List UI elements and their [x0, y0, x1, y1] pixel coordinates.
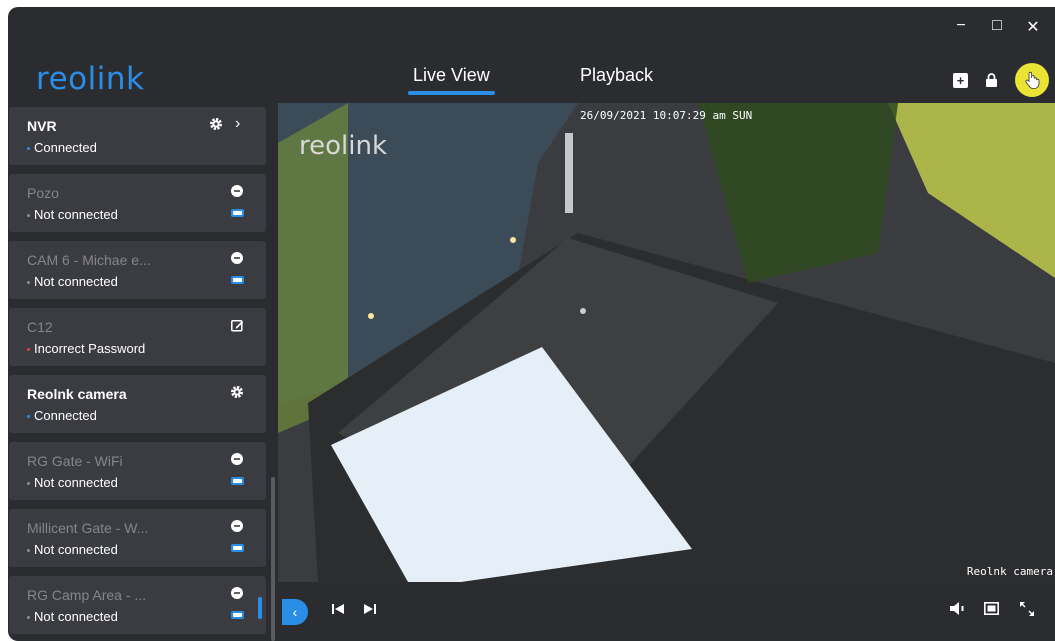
fullscreen-icon[interactable]: [1020, 602, 1034, 619]
info-icon[interactable]: [230, 184, 244, 198]
status-text: Connected: [34, 140, 97, 155]
device-status: Not connected: [27, 207, 118, 222]
device-name: RG Gate - WiFi: [27, 453, 123, 469]
add-icon[interactable]: +: [953, 72, 968, 88]
selected-indicator: [258, 597, 262, 619]
status-text: Incorrect Password: [34, 341, 146, 356]
minimize-button[interactable]: −: [951, 17, 971, 37]
status-dot: [27, 281, 30, 285]
device-status: Connected: [27, 140, 97, 155]
status-dot: [27, 214, 30, 218]
lock-icon[interactable]: [984, 72, 999, 88]
status-dot: [27, 482, 30, 486]
device-name: Reolnk camera: [27, 386, 127, 402]
close-button[interactable]: ✕: [1023, 17, 1043, 37]
gear-icon[interactable]: [209, 117, 223, 131]
info-icon[interactable]: [230, 251, 244, 265]
chevron-left-icon: ‹: [292, 604, 298, 620]
volume-icon[interactable]: [950, 602, 965, 618]
status-dot: [27, 549, 30, 553]
device-status: Not connected: [27, 542, 118, 557]
chevron-right-icon[interactable]: ›: [235, 115, 240, 133]
status-text: Not connected: [34, 542, 118, 557]
settings-button[interactable]: [1015, 63, 1049, 97]
device-status: Not connected: [27, 274, 118, 289]
reolink-logo: reolink: [36, 61, 145, 97]
device-card-millicent-gate[interactable]: Millicent Gate - W... Not connected: [9, 509, 266, 567]
status-text: Not connected: [34, 274, 118, 289]
info-icon[interactable]: [230, 452, 244, 466]
window-controls: − □ ✕: [951, 17, 1043, 37]
battery-icon[interactable]: [230, 474, 244, 488]
device-card-c12[interactable]: C12 Incorrect Password: [9, 308, 266, 366]
info-icon[interactable]: [230, 519, 244, 533]
status-dot: [27, 147, 30, 151]
status-text: Not connected: [34, 475, 118, 490]
next-icon[interactable]: [364, 602, 376, 618]
device-card-reolink-camera[interactable]: Reolnk camera Connected: [9, 375, 266, 433]
device-name: NVR: [27, 118, 57, 134]
battery-icon[interactable]: [230, 608, 244, 622]
maximize-button[interactable]: □: [987, 17, 1007, 37]
device-list: NVR Connected › Pozo Not connected CAM 6…: [8, 103, 278, 641]
device-status: Not connected: [27, 475, 118, 490]
previous-icon[interactable]: [332, 602, 344, 618]
gear-icon[interactable]: [230, 385, 244, 399]
device-status: Incorrect Password: [27, 341, 145, 356]
device-status: Not connected: [27, 609, 118, 624]
osd-timestamp: 26/09/2021 10:07:29 am SUN: [580, 109, 753, 122]
tab-playback[interactable]: Playback: [580, 65, 653, 86]
device-card-pozo[interactable]: Pozo Not connected: [9, 174, 266, 232]
device-name: Pozo: [27, 185, 59, 201]
edit-icon[interactable]: [230, 318, 244, 332]
settings-icon: [1025, 71, 1040, 89]
device-card-rg-gate[interactable]: RG Gate - WiFi Not connected: [9, 442, 266, 500]
collapse-sidebar-button[interactable]: ‹: [282, 599, 308, 625]
live-video-feed[interactable]: reolink 26/09/2021 10:07:29 am SUN Reoln…: [278, 103, 1055, 582]
device-card-nvr[interactable]: NVR Connected ›: [9, 107, 266, 165]
battery-icon[interactable]: [230, 541, 244, 555]
status-text: Not connected: [34, 207, 118, 222]
layout-icon[interactable]: [984, 602, 999, 618]
status-dot: [27, 348, 30, 352]
device-name: CAM 6 - Michae e...: [27, 252, 151, 268]
device-card-rg-camp-area[interactable]: RG Camp Area - ... Not connected: [9, 576, 266, 634]
device-card-cam6[interactable]: CAM 6 - Michae e... Not connected: [9, 241, 266, 299]
info-icon[interactable]: [230, 586, 244, 600]
status-dot: [27, 616, 30, 620]
osd-logo: reolink: [299, 131, 388, 161]
device-name: RG Camp Area - ...: [27, 587, 147, 603]
status-dot: [27, 415, 30, 419]
sidebar-scrollbar[interactable]: [271, 477, 275, 641]
osd-camera-name: Reolnk camera: [966, 565, 1053, 578]
status-text: Connected: [34, 408, 97, 423]
playback-control-bar: ‹: [278, 582, 1055, 641]
tab-live-view[interactable]: Live View: [408, 65, 495, 95]
status-text: Not connected: [34, 609, 118, 624]
device-name: C12: [27, 319, 53, 335]
battery-icon[interactable]: [230, 206, 244, 220]
device-name: Millicent Gate - W...: [27, 520, 149, 536]
battery-icon[interactable]: [230, 273, 244, 287]
header-toolbar: +: [953, 63, 1049, 97]
app-window: − □ ✕ reolink Live View Playback + NVR C…: [8, 7, 1055, 641]
device-status: Connected: [27, 408, 97, 423]
camera-scene: [278, 103, 1055, 582]
